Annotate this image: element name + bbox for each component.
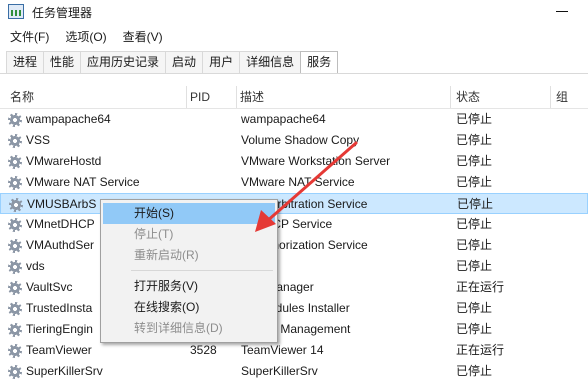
table-row[interactable]: TrustedInsta ws Modules Installer 已停止: [0, 298, 588, 319]
service-status: 已停止: [456, 301, 493, 315]
menu-separator: [131, 270, 273, 271]
column-header-name[interactable]: 名称: [6, 86, 186, 108]
menu-item-restart[interactable]: 重新启动(R): [103, 245, 275, 266]
menu-item-start[interactable]: 开始(S): [103, 203, 275, 224]
gear-icon: [8, 281, 22, 295]
task-manager-icon: [8, 4, 24, 19]
gear-icon: [8, 302, 22, 316]
service-status: 已停止: [456, 259, 493, 273]
service-status: 已停止: [456, 133, 493, 147]
gear-icon: [8, 239, 22, 253]
title-bar: 任务管理器: [0, 0, 588, 24]
table-row[interactable]: VMnetDHCP re DHCP Service 已停止: [0, 214, 588, 235]
tab-strip: 进程 性能 应用历史记录 启动 用户 详细信息 服务: [6, 51, 339, 74]
table-row[interactable]: VaultSvc ntial Manager 正在运行: [0, 277, 588, 298]
window-title: 任务管理器: [32, 6, 93, 20]
gear-icon: [8, 113, 22, 127]
service-name: wampapache64: [26, 112, 111, 126]
service-name: SuperKillerSrv: [26, 364, 103, 378]
tab-startup[interactable]: 启动: [165, 51, 204, 73]
column-header-status[interactable]: 状态: [452, 86, 550, 108]
table-row-selected[interactable]: VMUSBArbS USB Arbitration Service 已停止: [0, 193, 588, 214]
service-status: 已停止: [456, 175, 493, 189]
menu-item-go-to-details[interactable]: 转到详细信息(D): [103, 318, 275, 339]
menu-item-stop[interactable]: 停止(T): [103, 224, 275, 245]
table-row[interactable]: TeamViewer 3528 TeamViewer 14 正在运行: [0, 340, 588, 361]
service-description: SuperKillerSrv: [241, 364, 318, 378]
menu-options[interactable]: 选项(O): [55, 27, 112, 47]
table-row[interactable]: TieringEngin e Tiers Management 已停止: [0, 319, 588, 340]
tab-users[interactable]: 用户: [202, 51, 241, 73]
tab-app-history[interactable]: 应用历史记录: [80, 51, 167, 73]
service-status: 已停止: [456, 322, 493, 336]
minimize-icon[interactable]: [556, 11, 568, 12]
column-divider[interactable]: [450, 86, 451, 108]
gear-icon: [8, 176, 22, 190]
tab-performance[interactable]: 性能: [43, 51, 82, 73]
tab-processes[interactable]: 进程: [6, 51, 45, 73]
gear-icon: [8, 155, 22, 169]
table-row[interactable]: vds Disk 已停止: [0, 256, 588, 277]
menu-item-open-services[interactable]: 打开服务(V): [103, 276, 275, 297]
menu-item-search-online[interactable]: 在线搜索(O): [103, 297, 275, 318]
column-header-description[interactable]: 描述: [236, 86, 450, 108]
service-status: 已停止: [456, 217, 493, 231]
service-pid: 3528: [190, 343, 217, 357]
service-status: 已停止: [456, 154, 493, 168]
services-list: wampapache64 wampapache64 已停止 VSS Volume…: [0, 109, 588, 381]
tab-details[interactable]: 详细信息: [239, 51, 302, 73]
service-name: VMwareHostd: [26, 154, 102, 168]
service-name: TeamViewer: [26, 343, 92, 357]
column-header-pid[interactable]: PID: [186, 86, 236, 108]
context-menu: 开始(S) 停止(T) 重新启动(R) 打开服务(V) 在线搜索(O) 转到详细…: [100, 199, 278, 343]
menu-bar: 文件(F) 选项(O) 查看(V): [0, 27, 169, 47]
service-status: 已停止: [456, 112, 493, 126]
gear-icon: [9, 198, 23, 212]
tab-services[interactable]: 服务: [300, 51, 339, 74]
table-row[interactable]: SuperKillerSrv SuperKillerSrv 已停止: [0, 361, 588, 381]
service-status: 正在运行: [456, 280, 505, 294]
gear-icon: [8, 134, 22, 148]
service-description: TeamViewer 14: [241, 343, 324, 357]
menu-view[interactable]: 查看(V): [113, 27, 169, 47]
tab-divider: [0, 73, 588, 74]
service-status: 已停止: [457, 197, 494, 211]
gear-icon: [8, 323, 22, 337]
gear-icon: [8, 218, 22, 232]
service-status: 已停止: [456, 238, 493, 252]
service-description: VMware Workstation Server: [241, 154, 391, 168]
table-row[interactable]: VSS Volume Shadow Copy 已停止: [0, 130, 588, 151]
column-divider[interactable]: [550, 86, 551, 108]
table-row[interactable]: VMware NAT Service VMware NAT Service 已停…: [0, 172, 588, 193]
table-row[interactable]: wampapache64 wampapache64 已停止: [0, 109, 588, 130]
column-header-group[interactable]: 组: [552, 86, 588, 108]
menu-file[interactable]: 文件(F): [0, 27, 55, 47]
gear-icon: [8, 260, 22, 274]
service-name: VMware NAT Service: [26, 175, 140, 189]
service-description: wampapache64: [241, 112, 326, 126]
service-description: Volume Shadow Copy: [241, 133, 360, 147]
service-name: VSS: [26, 133, 51, 147]
gear-icon: [8, 365, 22, 379]
service-status: 正在运行: [456, 343, 505, 357]
table-row[interactable]: VMAuthdSer re Authorization Service 已停止: [0, 235, 588, 256]
table-row[interactable]: VMwareHostd VMware Workstation Server 已停…: [0, 151, 588, 172]
gear-icon: [8, 344, 22, 358]
service-description: VMware NAT Service: [241, 175, 355, 189]
service-status: 已停止: [456, 364, 493, 378]
